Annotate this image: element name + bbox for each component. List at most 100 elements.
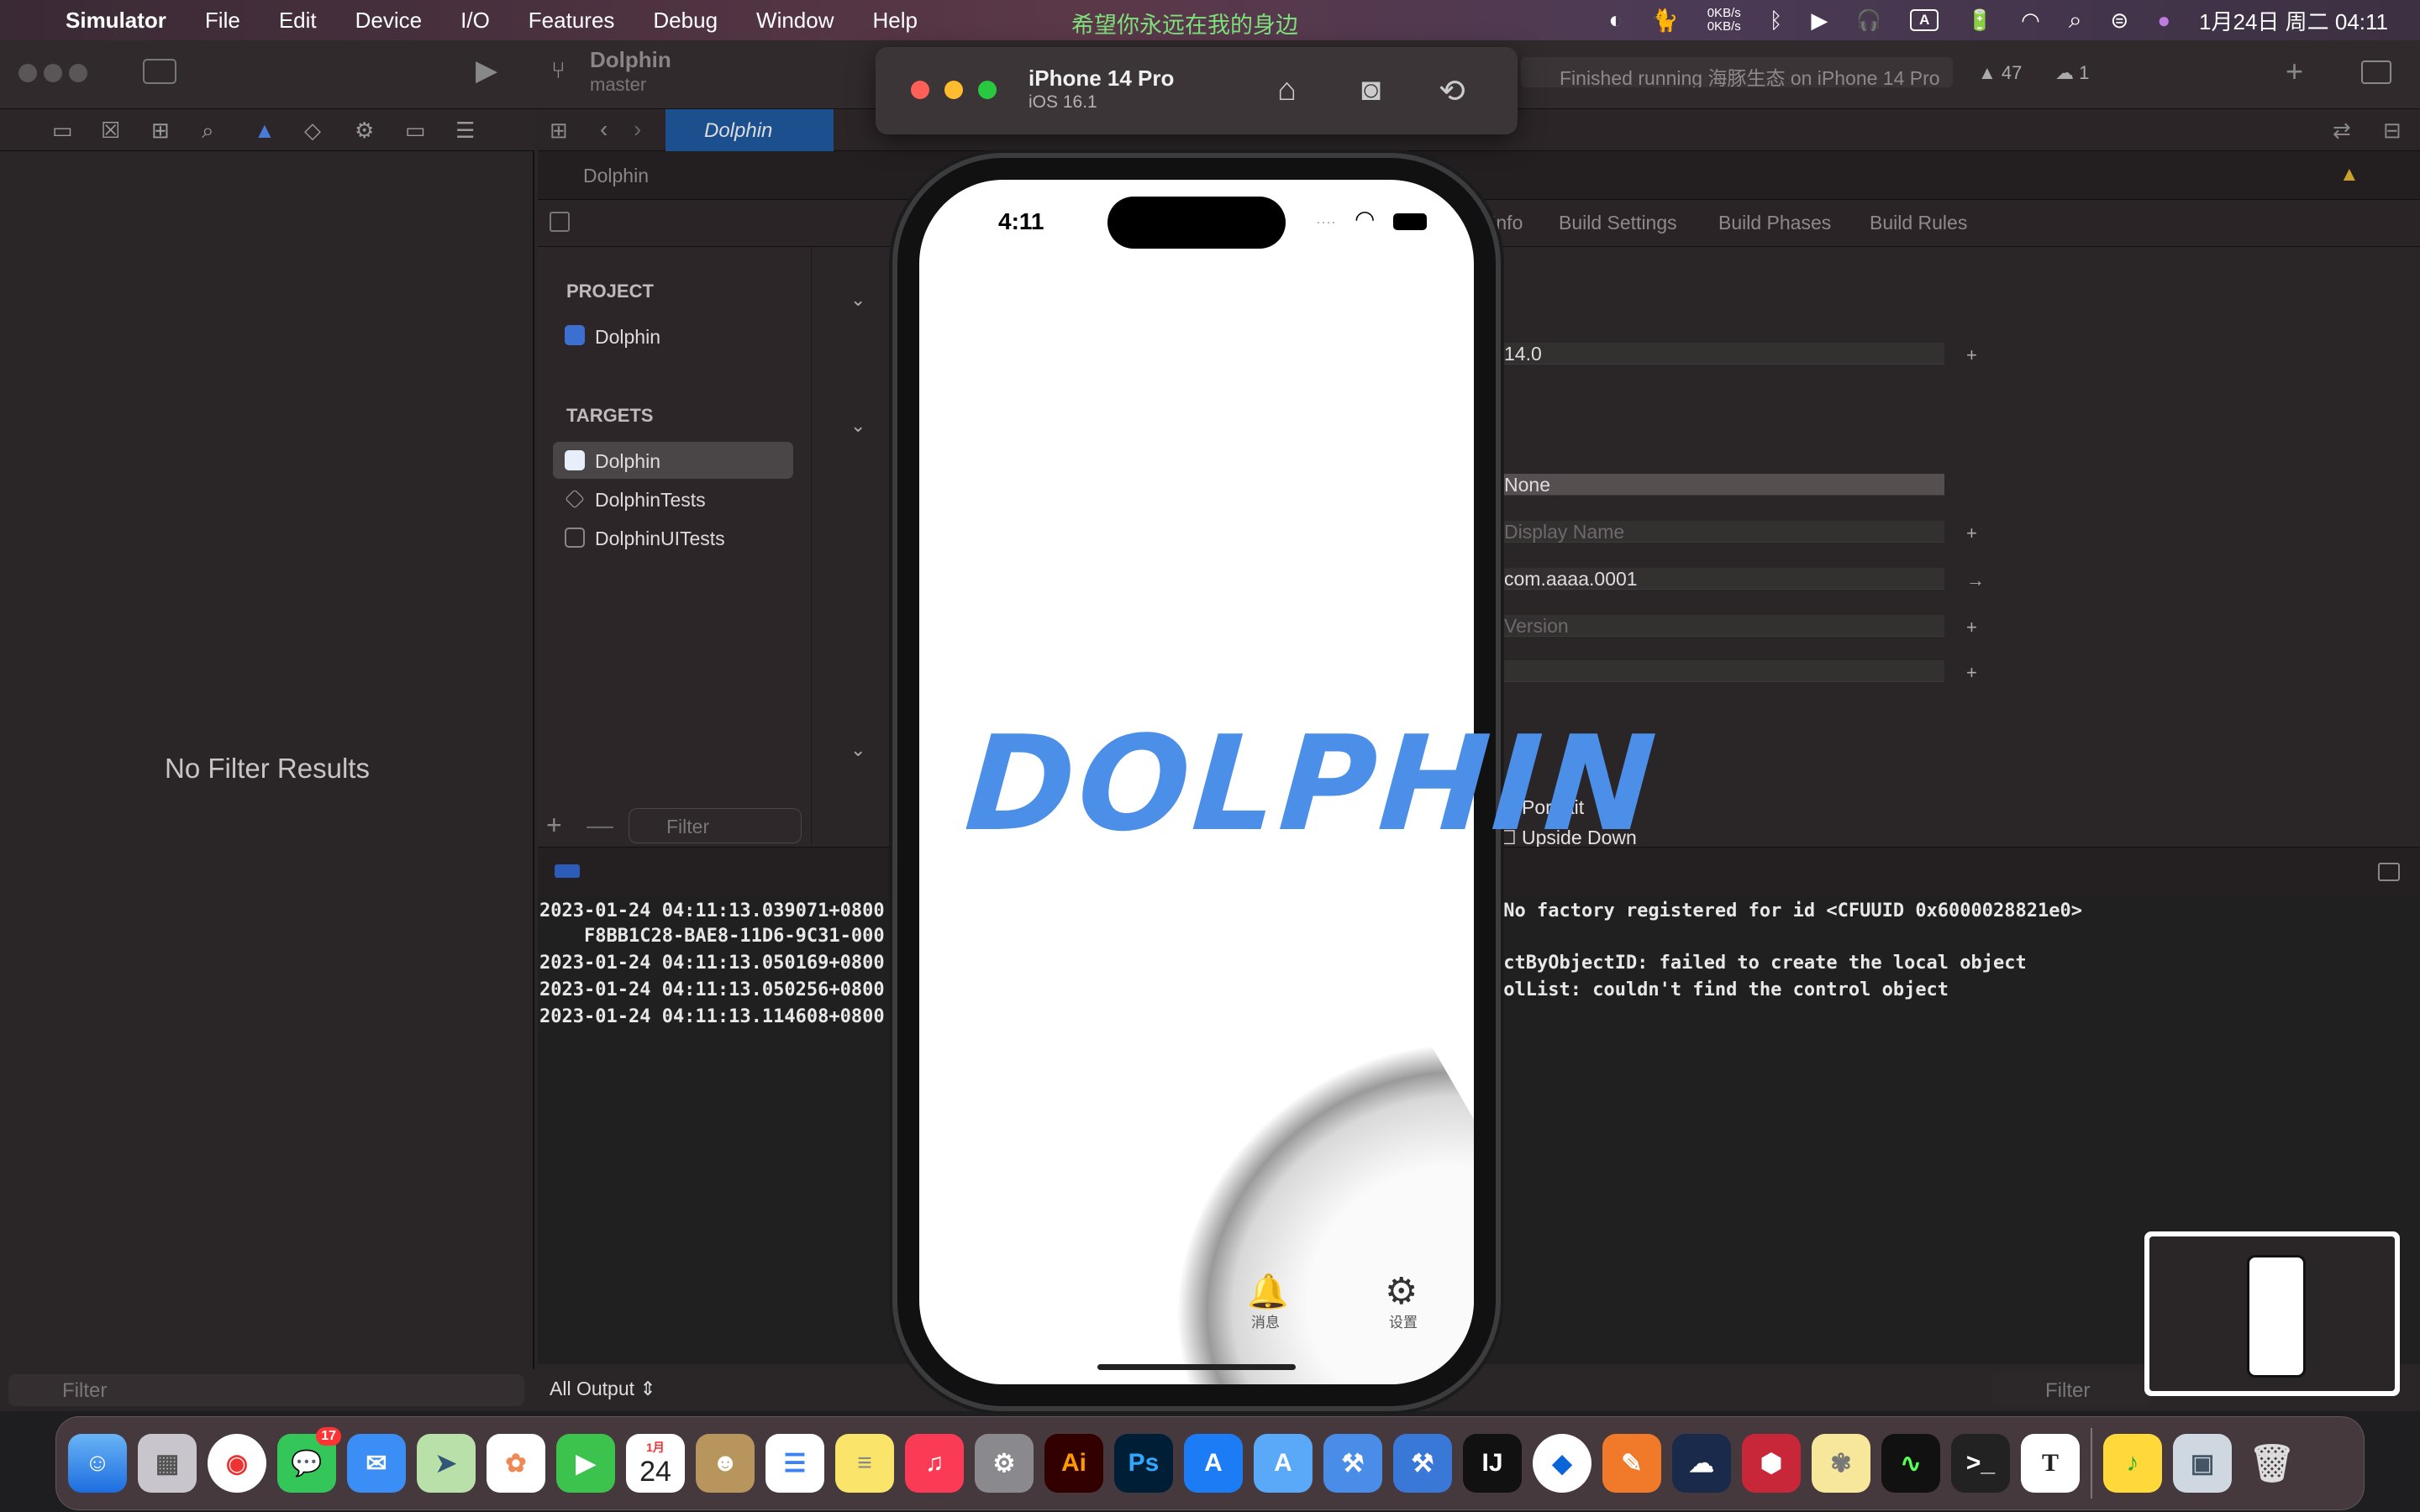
app-category-select[interactable]: None [1499,474,1944,496]
tab-build-settings[interactable]: Build Settings [1559,212,1677,234]
version-field[interactable]: Version [1499,615,1944,637]
menu-file[interactable]: File [205,8,240,34]
inspector-toggle-icon[interactable] [2361,60,2391,84]
console-filter-input[interactable]: Filter [1991,1374,2151,1406]
simulator-app-icon[interactable]: A [1254,1434,1313,1493]
chrome-icon[interactable]: ◉ [208,1434,266,1493]
tab-dolphin[interactable]: Dolphin [666,109,834,151]
branch-name[interactable]: master [590,74,646,96]
project-list-toggle-icon[interactable] [550,212,570,232]
photoshop-icon[interactable]: Ps [1114,1434,1173,1493]
messages-bell-icon[interactable]: 🔔 [1247,1272,1289,1311]
finder-icon[interactable]: ☺ [68,1434,127,1493]
launchpad-icon[interactable]: ▦ [138,1434,197,1493]
screenshot-icon[interactable]: ◙ [1361,72,1381,108]
maps-pin-icon[interactable]: ◆ [1533,1434,1591,1493]
menu-io[interactable]: I/O [460,8,490,34]
control-center-icon[interactable]: ⊜ [2111,8,2129,34]
tab-build-rules[interactable]: Build Rules [1870,212,1967,234]
version-add-button[interactable]: + [1966,617,1977,638]
project-name[interactable]: Dolphin [590,47,671,73]
target-filter-input[interactable]: Filter [629,808,802,843]
settings-gear-icon[interactable]: ⚙ [1385,1270,1418,1313]
source-control-navigator-icon[interactable]: ☒ [101,118,120,144]
window-minimize-button[interactable] [44,64,62,82]
rotate-icon[interactable]: ⟲ [1439,72,1465,110]
find-navigator-icon[interactable]: ⌕ [202,118,214,144]
system-settings-icon[interactable]: ⚙ [975,1434,1034,1493]
display-name-add-button[interactable]: + [1966,522,1977,544]
forward-arrow-icon[interactable]: › [634,116,641,143]
simulator-minimize-button[interactable] [944,81,963,99]
menu-features[interactable]: Features [529,8,615,34]
jump-bar[interactable]: Dolphin [538,151,2420,200]
cloud-app-icon[interactable]: ☁ [1672,1434,1731,1493]
hide-debug-area-icon[interactable] [2378,863,2400,881]
issue-navigator-icon[interactable]: ▲ [254,118,276,144]
report-navigator-icon[interactable]: ☰ [455,118,475,144]
target-item[interactable]: Dolphin [595,450,660,473]
facetime-icon[interactable]: ▶ [556,1434,615,1493]
tab-messages-label[interactable]: 消息 [1240,1310,1291,1331]
add-target-button[interactable]: + [546,810,562,841]
xcode-icon[interactable]: ⚒ [1323,1434,1382,1493]
airpods-icon[interactable]: 🎧 [1856,8,1881,33]
breakpoint-navigator-icon[interactable]: ▭ [405,118,426,144]
terminal-icon[interactable]: >_ [1951,1434,2010,1493]
section-disclosure-icon[interactable]: ⌄ [850,415,865,437]
test-navigator-icon[interactable]: ◇ [304,118,321,144]
issues-count[interactable]: ☁ 1 [2055,62,2089,84]
cat-app-icon[interactable]: 🐈 [1651,8,1678,34]
section-disclosure-icon[interactable]: ⌄ [850,739,865,761]
remove-target-button[interactable]: — [587,810,613,841]
bluetooth-icon[interactable]: ᛒ [1770,8,1783,34]
preview-icon[interactable]: ▣ [2173,1434,2232,1493]
menu-window[interactable]: Window [756,8,834,34]
section-disclosure-icon[interactable]: ⌄ [850,289,865,311]
navigator-toggle-icon[interactable] [143,59,176,84]
typora-icon[interactable]: T [2021,1434,2080,1493]
red-hexagon-app-icon[interactable]: ⬢ [1742,1434,1801,1493]
qq-music-icon[interactable]: ♪ [2103,1434,2162,1493]
refresh-canvas-icon[interactable]: ⇄ [2333,118,2351,144]
vpn-icon[interactable]: ◐ [1608,7,1623,34]
simulator-zoom-button[interactable] [978,81,997,99]
symbol-navigator-icon[interactable]: ⊞ [151,118,170,144]
music-icon[interactable]: ♫ [905,1434,964,1493]
warnings-count[interactable]: ▲ 47 [1978,62,2022,84]
breakpoints-toggle-icon[interactable] [555,864,580,878]
intellij-icon[interactable]: IJ [1463,1434,1522,1493]
notes-icon[interactable]: ≡ [835,1434,894,1493]
home-button-icon[interactable]: ⌂ [1277,72,1297,108]
back-arrow-icon[interactable]: ‹ [600,116,608,143]
menubar-clock[interactable]: 1月24日 周二 04:11 [2199,5,2388,36]
bundle-identifier-field[interactable]: com.aaaa.0001 [1499,568,1944,590]
run-button[interactable]: ▶ [476,54,497,87]
related-items-icon[interactable]: ⊞ [550,118,568,144]
project-navigator-icon[interactable]: ▭ [52,118,73,144]
debug-navigator-icon[interactable]: ⚙ [355,118,374,144]
simulator-close-button[interactable] [911,81,929,99]
target-item[interactable]: DolphinTests [595,489,706,512]
jumpbar-warning-icon[interactable]: ▲ [2339,163,2360,186]
calendar-icon[interactable]: 1月 24 [626,1434,685,1493]
maps-icon[interactable]: ➤ [417,1434,476,1493]
menu-device[interactable]: Device [355,8,422,34]
mail-icon[interactable]: ✉ [347,1434,406,1493]
activity-monitor-icon[interactable]: ∿ [1881,1434,1940,1493]
network-speed[interactable]: 0KB/s 0KB/s [1707,7,1741,34]
navigator-filter-input[interactable]: Filter [8,1374,524,1406]
window-close-button[interactable] [18,64,37,82]
bundle-identifier-arrow[interactable]: → [1966,570,1985,591]
home-indicator[interactable] [1097,1364,1296,1370]
build-add-button[interactable]: + [1966,662,1977,684]
target-item[interactable]: DolphinUITests [595,528,725,550]
screenshot-thumbnail[interactable] [2144,1231,2400,1396]
tab-build-phases[interactable]: Build Phases [1718,212,1831,234]
xcode-beta-icon[interactable]: ⚒ [1393,1434,1452,1493]
messages-app-icon[interactable]: 💬 17 [277,1427,341,1493]
spotlight-search-icon[interactable]: ⌕ [2069,7,2082,34]
now-playing-icon[interactable]: ▶ [1811,8,1828,34]
output-selector[interactable]: All Output ⇕ [550,1378,656,1400]
menu-help[interactable]: Help [873,8,918,34]
